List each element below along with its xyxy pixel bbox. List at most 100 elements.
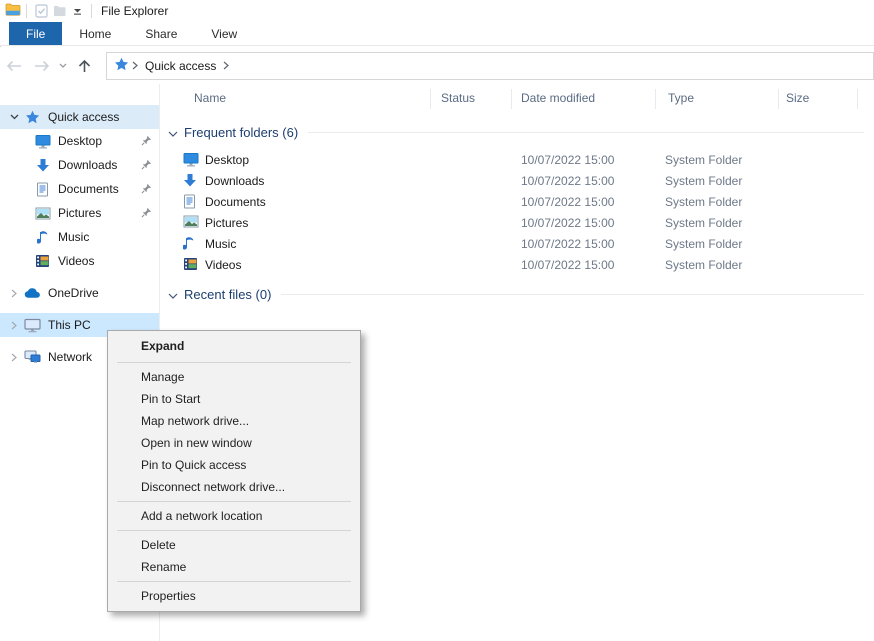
chevron-down-icon[interactable] bbox=[7, 114, 21, 120]
sidebar-item-label: Music bbox=[58, 230, 89, 244]
file-date-modified: 10/07/2022 15:00 bbox=[521, 195, 614, 209]
chevron-down-icon[interactable] bbox=[168, 126, 178, 140]
column-header-date-modified[interactable]: Date modified bbox=[521, 91, 595, 105]
pictures-icon bbox=[183, 215, 199, 231]
pictures-icon bbox=[34, 205, 51, 222]
new-folder-icon[interactable] bbox=[50, 2, 68, 20]
chevron-down-icon[interactable] bbox=[168, 288, 178, 302]
desktop-icon bbox=[34, 133, 51, 150]
file-row-desktop[interactable]: Desktop 10/07/2022 15:00 System Folder bbox=[161, 150, 874, 171]
titlebar-separator bbox=[91, 4, 92, 18]
forward-button[interactable] bbox=[28, 53, 56, 79]
group-rule-line bbox=[281, 294, 864, 295]
column-separator[interactable] bbox=[511, 89, 512, 109]
group-label: Recent files (0) bbox=[184, 287, 271, 302]
file-date-modified: 10/07/2022 15:00 bbox=[521, 153, 614, 167]
column-separator[interactable] bbox=[857, 89, 858, 109]
file-type: System Folder bbox=[665, 258, 742, 272]
menu-separator bbox=[117, 581, 351, 582]
file-row-downloads[interactable]: Downloads 10/07/2022 15:00 System Folder bbox=[161, 171, 874, 192]
tab-home[interactable]: Home bbox=[62, 22, 128, 45]
music-icon bbox=[34, 229, 51, 246]
group-header-recent-files[interactable]: Recent files (0) bbox=[161, 285, 874, 304]
column-header-name[interactable]: Name bbox=[194, 91, 226, 105]
menu-item-manage[interactable]: Manage bbox=[108, 366, 360, 388]
file-date-modified: 10/07/2022 15:00 bbox=[521, 174, 614, 188]
sidebar-item-desktop[interactable]: Desktop bbox=[0, 129, 159, 153]
sidebar-item-label: Network bbox=[48, 350, 92, 364]
menu-item-delete[interactable]: Delete bbox=[108, 534, 360, 556]
menu-item-rename[interactable]: Rename bbox=[108, 556, 360, 578]
chevron-right-icon[interactable] bbox=[7, 321, 21, 330]
menu-separator bbox=[117, 530, 351, 531]
column-separator[interactable] bbox=[430, 89, 431, 109]
recent-locations-chevron-icon[interactable] bbox=[56, 53, 70, 79]
menu-item-properties[interactable]: Properties bbox=[108, 585, 360, 607]
column-separator[interactable] bbox=[655, 89, 656, 109]
column-header-status[interactable]: Status bbox=[441, 91, 475, 105]
file-row-pictures[interactable]: Pictures 10/07/2022 15:00 System Folder bbox=[161, 213, 874, 234]
downloads-icon bbox=[34, 157, 51, 174]
file-row-documents[interactable]: Documents 10/07/2022 15:00 System Folder bbox=[161, 192, 874, 213]
documents-icon bbox=[183, 194, 199, 210]
sidebar-item-videos[interactable]: Videos bbox=[0, 249, 159, 273]
titlebar-separator bbox=[26, 4, 27, 18]
menu-separator bbox=[117, 501, 351, 502]
sidebar-item-onedrive[interactable]: OneDrive bbox=[0, 281, 159, 305]
file-date-modified: 10/07/2022 15:00 bbox=[521, 216, 614, 230]
group-rule-line bbox=[308, 132, 864, 133]
sidebar-item-quick-access[interactable]: Quick access bbox=[0, 105, 159, 129]
onedrive-cloud-icon bbox=[24, 285, 41, 302]
breadcrumb-chevron-icon[interactable] bbox=[220, 61, 232, 70]
sidebar-item-label: Desktop bbox=[58, 134, 102, 148]
menu-item-disconnect-network-drive[interactable]: Disconnect network drive... bbox=[108, 476, 360, 498]
back-button[interactable] bbox=[0, 53, 28, 79]
sidebar-item-downloads[interactable]: Downloads bbox=[0, 153, 159, 177]
breadcrumb-chevron-icon[interactable] bbox=[129, 61, 141, 70]
group-header-frequent-folders[interactable]: Frequent folders (6) bbox=[161, 123, 874, 142]
tab-share[interactable]: Share bbox=[128, 22, 194, 45]
address-bar[interactable]: Quick access bbox=[106, 52, 874, 80]
tab-view[interactable]: View bbox=[194, 22, 254, 45]
chevron-right-icon[interactable] bbox=[7, 353, 21, 362]
file-name: Pictures bbox=[205, 216, 248, 230]
breadcrumb-segment-quick-access[interactable]: Quick access bbox=[141, 59, 220, 73]
pin-icon bbox=[141, 183, 152, 197]
titlebar: File Explorer bbox=[0, 0, 874, 22]
chevron-right-icon[interactable] bbox=[7, 289, 21, 298]
menu-item-open-in-new-window[interactable]: Open in new window bbox=[108, 432, 360, 454]
up-button[interactable] bbox=[70, 53, 98, 79]
file-explorer-window: File Explorer File Home Share View Quic bbox=[0, 0, 874, 641]
column-headers: Name Status Date modified Type Size bbox=[161, 84, 874, 114]
menu-separator bbox=[117, 362, 351, 363]
customize-quick-access-toolbar-chevron[interactable] bbox=[68, 2, 86, 20]
desktop-icon bbox=[183, 152, 199, 168]
file-name: Desktop bbox=[205, 153, 249, 167]
properties-icon[interactable] bbox=[32, 2, 50, 20]
file-type: System Folder bbox=[665, 216, 742, 230]
column-header-type[interactable]: Type bbox=[668, 91, 694, 105]
sidebar-item-documents[interactable]: Documents bbox=[0, 177, 159, 201]
file-type: System Folder bbox=[665, 195, 742, 209]
file-row-videos[interactable]: Videos 10/07/2022 15:00 System Folder bbox=[161, 255, 874, 276]
menu-item-add-a-network-location[interactable]: Add a network location bbox=[108, 505, 360, 527]
file-date-modified: 10/07/2022 15:00 bbox=[521, 258, 614, 272]
sidebar-item-pictures[interactable]: Pictures bbox=[0, 201, 159, 225]
sidebar-item-label: OneDrive bbox=[48, 286, 99, 300]
quick-access-star-icon bbox=[24, 109, 41, 126]
file-row-music[interactable]: Music 10/07/2022 15:00 System Folder bbox=[161, 234, 874, 255]
column-header-size[interactable]: Size bbox=[786, 91, 809, 105]
sidebar-item-music[interactable]: Music bbox=[0, 225, 159, 249]
file-date-modified: 10/07/2022 15:00 bbox=[521, 237, 614, 251]
menu-item-map-network-drive[interactable]: Map network drive... bbox=[108, 410, 360, 432]
menu-item-pin-to-start[interactable]: Pin to Start bbox=[108, 388, 360, 410]
network-icon bbox=[24, 349, 41, 366]
menu-item-pin-to-quick-access[interactable]: Pin to Quick access bbox=[108, 454, 360, 476]
documents-icon bbox=[34, 181, 51, 198]
this-pc-monitor-icon bbox=[24, 317, 41, 334]
sidebar-item-label: Documents bbox=[58, 182, 119, 196]
tab-file[interactable]: File bbox=[9, 22, 62, 45]
sidebar-item-label: This PC bbox=[48, 318, 91, 332]
menu-item-expand[interactable]: Expand bbox=[108, 334, 360, 359]
column-separator[interactable] bbox=[778, 89, 779, 109]
